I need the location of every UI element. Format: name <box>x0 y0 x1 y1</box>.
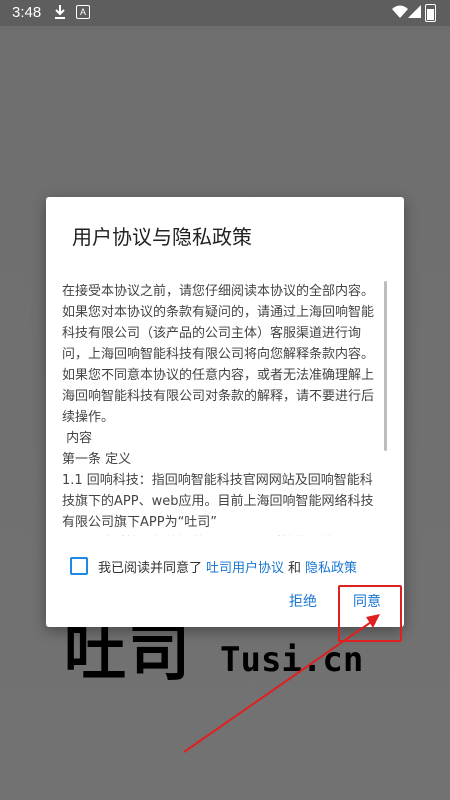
annotation-arrow-icon <box>183 614 380 753</box>
